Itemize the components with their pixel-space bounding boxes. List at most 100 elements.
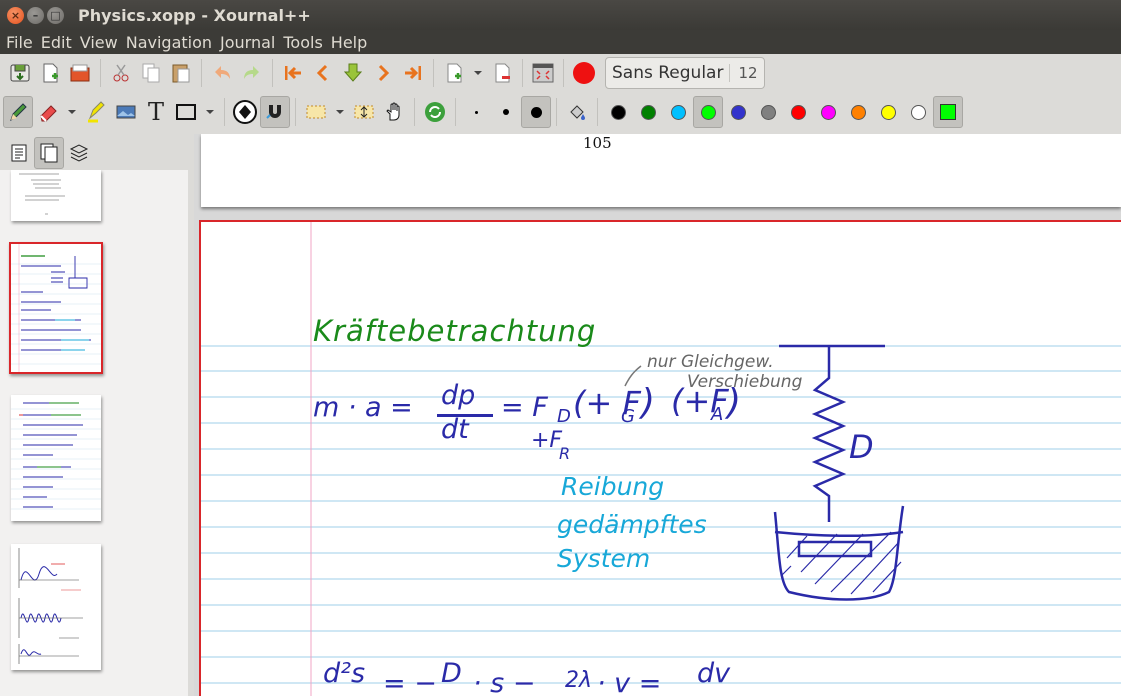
select-rect-button[interactable] bbox=[301, 96, 331, 128]
fine-thickness-button[interactable] bbox=[461, 96, 491, 128]
equation-rhs: = F bbox=[501, 392, 548, 423]
annotation-line1: nur Gleichgew. bbox=[647, 352, 774, 372]
chevron-right-icon bbox=[378, 64, 390, 82]
redo-button[interactable] bbox=[237, 57, 267, 89]
save-icon bbox=[10, 64, 30, 82]
undo-button[interactable] bbox=[207, 57, 237, 89]
page-thumbnail[interactable] bbox=[11, 544, 101, 670]
open-button[interactable] bbox=[65, 57, 95, 89]
color-swatch-button[interactable] bbox=[813, 96, 843, 128]
color-swatch-button[interactable] bbox=[723, 96, 753, 128]
equation2-dv: dv bbox=[697, 658, 731, 689]
pages-view-button[interactable] bbox=[34, 137, 64, 169]
shape-tool-button[interactable] bbox=[171, 96, 201, 128]
current-page[interactable]: Kräftebetrachtung nur Gleichgew. Verschi… bbox=[199, 220, 1121, 696]
last-page-button[interactable] bbox=[398, 57, 428, 89]
color-swatch-icon bbox=[730, 104, 746, 120]
fullscreen-icon bbox=[532, 63, 554, 83]
equation2-numerator: d²s bbox=[323, 658, 366, 689]
menu-journal[interactable]: Journal bbox=[216, 33, 279, 52]
thick-thickness-button[interactable] bbox=[521, 96, 551, 128]
menu-view[interactable]: View bbox=[76, 33, 122, 52]
color-swatch-button[interactable] bbox=[783, 96, 813, 128]
color-swatch-icon bbox=[760, 104, 776, 120]
delete-page-button[interactable] bbox=[487, 57, 517, 89]
previous-page-button[interactable] bbox=[308, 57, 338, 89]
hand-tool-button[interactable] bbox=[379, 96, 409, 128]
current-color-icon bbox=[940, 104, 956, 120]
menu-tools[interactable]: Tools bbox=[279, 33, 326, 52]
custom-color-button[interactable] bbox=[933, 96, 963, 128]
vertical-space-icon bbox=[354, 105, 374, 119]
sidebar-toolbar bbox=[0, 134, 94, 172]
paint-bucket-icon bbox=[570, 105, 585, 120]
color-swatch-icon bbox=[910, 104, 926, 120]
text-tool-button[interactable]: T bbox=[141, 96, 171, 128]
close-window-button[interactable]: × bbox=[7, 6, 24, 24]
layers-button[interactable] bbox=[64, 137, 94, 169]
document-view[interactable]: 105 Kräftebetrachtung nur Gleichgew. Ver… bbox=[194, 134, 1121, 696]
goto-page-button[interactable] bbox=[338, 57, 368, 89]
arrow-down-icon bbox=[343, 63, 363, 82]
save-button[interactable] bbox=[5, 57, 35, 89]
pen-tool-button[interactable] bbox=[3, 96, 33, 128]
new-document-button[interactable] bbox=[35, 57, 65, 89]
color-swatch-icon bbox=[790, 104, 806, 120]
new-page-dropdown[interactable] bbox=[469, 57, 487, 89]
copy-icon bbox=[142, 63, 160, 83]
color-swatch-button[interactable] bbox=[663, 96, 693, 128]
previous-page: 105 bbox=[201, 134, 1121, 207]
color-swatch-button[interactable] bbox=[693, 96, 723, 128]
page-thumbnail[interactable] bbox=[11, 395, 101, 521]
eraser-dropdown[interactable] bbox=[63, 96, 81, 128]
next-page-button[interactable] bbox=[368, 57, 398, 89]
record-button[interactable] bbox=[569, 57, 599, 89]
fraction-denominator: dt bbox=[441, 414, 469, 445]
menu-navigation[interactable]: Navigation bbox=[122, 33, 216, 52]
vertical-space-button[interactable] bbox=[349, 96, 379, 128]
minimize-window-button[interactable]: – bbox=[27, 6, 44, 24]
thick-dot-icon bbox=[530, 106, 542, 118]
copy-button[interactable] bbox=[136, 57, 166, 89]
shape-recognizer-button[interactable] bbox=[230, 96, 260, 128]
window-title: Physics.xopp - Xournal++ bbox=[78, 5, 311, 25]
highlighter-tool-button[interactable] bbox=[81, 96, 111, 128]
color-swatch-button[interactable] bbox=[873, 96, 903, 128]
page-preview-button[interactable] bbox=[4, 137, 34, 169]
undo-icon bbox=[215, 66, 230, 79]
menu-file[interactable]: File bbox=[2, 33, 37, 52]
menu-edit[interactable]: Edit bbox=[37, 33, 76, 52]
color-swatch-button[interactable] bbox=[633, 96, 663, 128]
new-page-button[interactable] bbox=[439, 57, 469, 89]
play-object-button[interactable] bbox=[420, 96, 450, 128]
paste-button[interactable] bbox=[166, 57, 196, 89]
page-thumbnail[interactable] bbox=[11, 170, 101, 221]
font-selector-button[interactable]: Sans Regular 12 bbox=[605, 57, 765, 89]
color-swatch-button[interactable] bbox=[843, 96, 873, 128]
redo-icon bbox=[244, 66, 259, 79]
snap-grid-button[interactable] bbox=[260, 96, 290, 128]
color-swatch-button[interactable] bbox=[603, 96, 633, 128]
color-swatch-button[interactable] bbox=[903, 96, 933, 128]
color-swatch-icon bbox=[610, 104, 626, 120]
layers-icon bbox=[69, 144, 89, 162]
document-icon bbox=[11, 144, 27, 162]
page-thumbnail-selected[interactable] bbox=[9, 242, 103, 374]
cut-button[interactable] bbox=[106, 57, 136, 89]
image-tool-button[interactable] bbox=[111, 96, 141, 128]
fill-button[interactable] bbox=[562, 96, 592, 128]
note-system: System bbox=[557, 544, 651, 573]
medium-thickness-button[interactable] bbox=[491, 96, 521, 128]
select-dropdown[interactable] bbox=[331, 96, 349, 128]
fraction-numerator: dp bbox=[441, 380, 476, 411]
shape-dropdown[interactable] bbox=[201, 96, 219, 128]
color-swatch-icon bbox=[700, 104, 716, 120]
pages-icon bbox=[40, 143, 58, 163]
first-page-button[interactable] bbox=[278, 57, 308, 89]
maximize-window-button[interactable]: □ bbox=[47, 6, 64, 24]
fullscreen-button[interactable] bbox=[528, 57, 558, 89]
color-swatch-button[interactable] bbox=[753, 96, 783, 128]
menu-help[interactable]: Help bbox=[327, 33, 371, 52]
scissors-icon bbox=[113, 64, 129, 82]
eraser-tool-button[interactable] bbox=[33, 96, 63, 128]
